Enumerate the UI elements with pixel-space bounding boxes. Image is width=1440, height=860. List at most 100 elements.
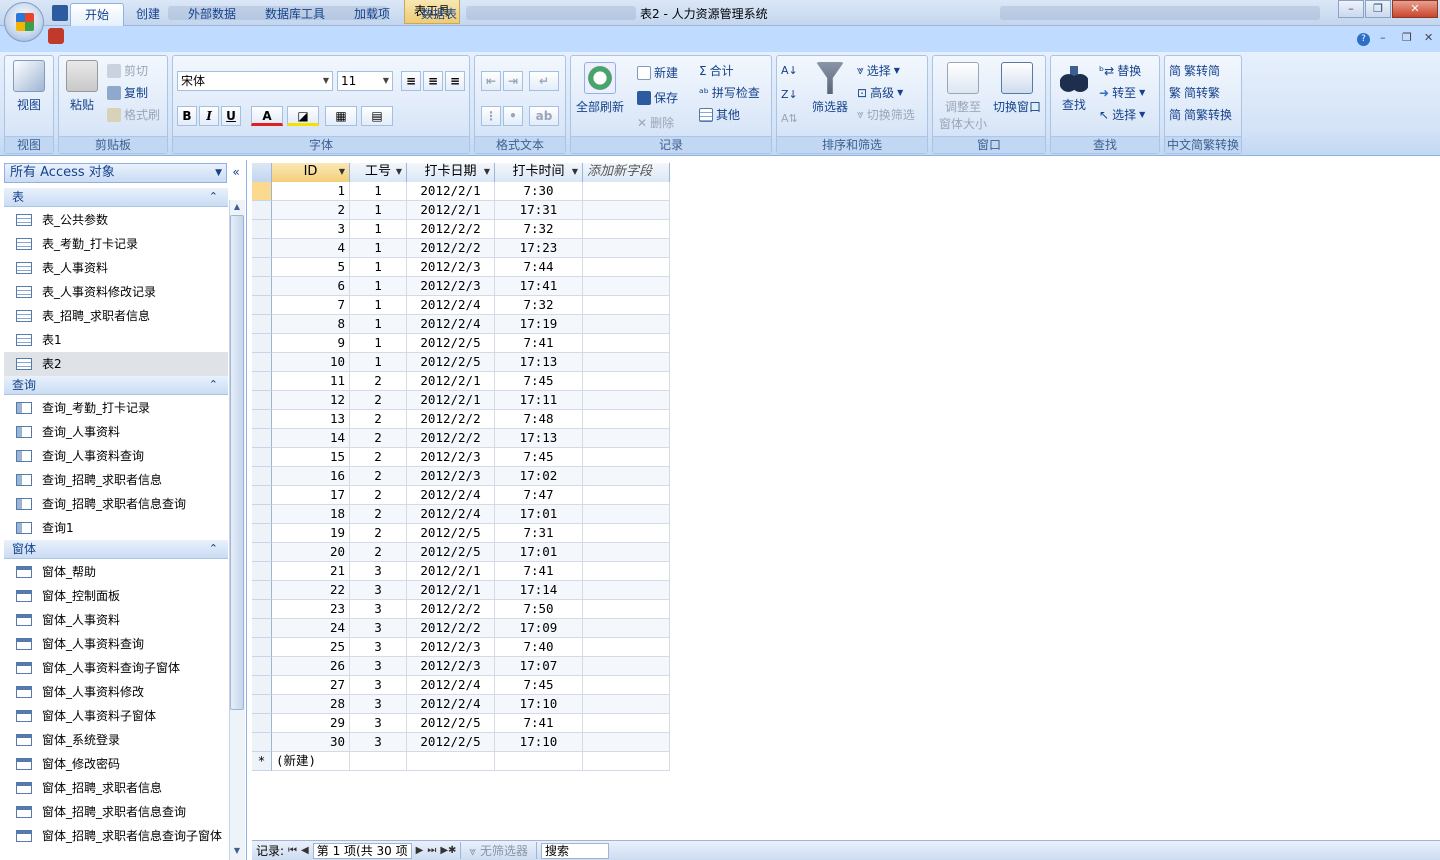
collapse-section-icon[interactable]: ⌃ — [209, 188, 218, 206]
to-simplified-button[interactable]: 简繁转简 — [1169, 62, 1220, 79]
cell-emp-no[interactable]: 1 — [350, 201, 407, 220]
table-row[interactable]: 1 1 2012/2/1 7:30 — [252, 182, 670, 201]
cell-time[interactable]: 7:31 — [495, 524, 583, 543]
table-row[interactable]: 23 3 2012/2/2 7:50 — [252, 600, 670, 619]
table-row[interactable]: 8 1 2012/2/4 17:19 — [252, 315, 670, 334]
row-selector[interactable] — [252, 239, 272, 258]
new-record-row[interactable]: * (新建) — [252, 752, 670, 771]
underline-button[interactable]: U — [221, 106, 241, 126]
close-button[interactable]: ✕ — [1392, 0, 1438, 18]
nav-item[interactable]: 窗体_控制面板 — [4, 584, 228, 608]
office-button[interactable] — [4, 2, 44, 42]
nav-section-header[interactable]: 窗体 ⌃ — [4, 540, 228, 559]
column-header-id[interactable]: ID ▼ — [272, 163, 350, 182]
table-row[interactable]: 19 2 2012/2/5 7:31 — [252, 524, 670, 543]
nav-item[interactable]: 表_公共参数 — [4, 208, 228, 232]
row-selector[interactable] — [252, 467, 272, 486]
table-row[interactable]: 15 2 2012/2/3 7:45 — [252, 448, 670, 467]
fill-color-button[interactable]: ◪ — [287, 106, 319, 126]
row-selector[interactable] — [252, 372, 272, 391]
cell-add-field[interactable] — [583, 600, 670, 619]
cell-id[interactable]: 12 — [272, 391, 350, 410]
select-all-button[interactable] — [252, 163, 272, 182]
italic-button[interactable]: I — [199, 106, 219, 126]
cut-button[interactable]: 剪切 — [107, 62, 148, 79]
cell-id[interactable]: 26 — [272, 657, 350, 676]
decrease-indent-button[interactable]: ⇤ — [481, 71, 501, 91]
cell-id[interactable]: 5 — [272, 258, 350, 277]
nav-scroll-thumb[interactable] — [230, 215, 244, 710]
cell-id[interactable]: 20 — [272, 543, 350, 562]
new-row-cell[interactable] — [583, 752, 670, 771]
nav-item[interactable]: 窗体_招聘_求职者信息 — [4, 776, 228, 800]
cell-date[interactable]: 2012/2/4 — [407, 695, 495, 714]
more-button[interactable]: 其他 — [699, 106, 740, 123]
row-selector[interactable] — [252, 657, 272, 676]
scroll-up-icon[interactable]: ▲ — [230, 200, 244, 214]
cell-emp-no[interactable]: 2 — [350, 543, 407, 562]
convert-button[interactable]: 简简繁转换 — [1169, 106, 1232, 123]
cell-time[interactable]: 7:45 — [495, 676, 583, 695]
nav-item[interactable]: 窗体_招聘_求职者信息查询子窗体 — [4, 824, 228, 848]
cell-emp-no[interactable]: 1 — [350, 277, 407, 296]
row-selector[interactable] — [252, 220, 272, 239]
cell-date[interactable]: 2012/2/1 — [407, 182, 495, 201]
cell-date[interactable]: 2012/2/2 — [407, 429, 495, 448]
row-selector[interactable] — [252, 714, 272, 733]
cell-time[interactable]: 17:09 — [495, 619, 583, 638]
cell-add-field[interactable] — [583, 581, 670, 600]
cell-time[interactable]: 7:30 — [495, 182, 583, 201]
row-selector[interactable] — [252, 619, 272, 638]
font-color-button[interactable]: A — [251, 106, 283, 126]
nav-item[interactable]: 窗体_人事资料查询子窗体 — [4, 656, 228, 680]
cell-add-field[interactable] — [583, 372, 670, 391]
table-row[interactable]: 5 1 2012/2/3 7:44 — [252, 258, 670, 277]
prev-record-icon[interactable]: ◀ — [301, 845, 309, 856]
nav-section-header[interactable]: 表 ⌃ — [4, 188, 228, 207]
cell-time[interactable]: 7:48 — [495, 410, 583, 429]
cell-emp-no[interactable]: 3 — [350, 581, 407, 600]
cell-emp-no[interactable]: 3 — [350, 619, 407, 638]
cell-id[interactable]: 2 — [272, 201, 350, 220]
table-row[interactable]: 24 3 2012/2/2 17:09 — [252, 619, 670, 638]
help-icon[interactable]: ? — [1357, 33, 1370, 46]
cell-time[interactable]: 17:07 — [495, 657, 583, 676]
column-header-emp-no[interactable]: 工号 ▼ — [350, 163, 407, 182]
row-selector[interactable] — [252, 258, 272, 277]
cell-date[interactable]: 2012/2/5 — [407, 733, 495, 752]
cell-id[interactable]: 16 — [272, 467, 350, 486]
next-record-icon[interactable]: ▶ — [416, 845, 424, 856]
cell-time[interactable]: 7:41 — [495, 562, 583, 581]
chevron-down-icon[interactable]: ▼ — [572, 163, 578, 181]
nav-item[interactable]: 表_人事资料修改记录 — [4, 280, 228, 304]
record-position-field[interactable]: 第 1 项(共 30 项 — [312, 842, 412, 859]
maximize-button[interactable]: ❐ — [1365, 0, 1391, 18]
nav-item[interactable]: 查询_招聘_求职者信息 — [4, 468, 228, 492]
cell-date[interactable]: 2012/2/2 — [407, 220, 495, 239]
row-selector[interactable] — [252, 353, 272, 372]
cell-emp-no[interactable]: 1 — [350, 220, 407, 239]
table-row[interactable]: 4 1 2012/2/2 17:23 — [252, 239, 670, 258]
delete-record-button[interactable]: ✕ 删除 — [637, 114, 674, 131]
cell-date[interactable]: 2012/2/5 — [407, 714, 495, 733]
view-button[interactable]: 视图 — [9, 60, 49, 113]
bullets-button[interactable]: • — [503, 106, 523, 126]
font-name-select[interactable]: 宋体 ▼ — [177, 71, 333, 91]
cell-add-field[interactable] — [583, 638, 670, 657]
cell-date[interactable]: 2012/2/2 — [407, 410, 495, 429]
cell-emp-no[interactable]: 2 — [350, 429, 407, 448]
table-row[interactable]: 11 2 2012/2/1 7:45 — [252, 372, 670, 391]
table-row[interactable]: 7 1 2012/2/4 7:32 — [252, 296, 670, 315]
cell-id[interactable]: 29 — [272, 714, 350, 733]
cell-add-field[interactable] — [583, 676, 670, 695]
table-row[interactable]: 13 2 2012/2/2 7:48 — [252, 410, 670, 429]
nav-item[interactable]: 窗体_人事资料修改 — [4, 680, 228, 704]
cell-emp-no[interactable]: 2 — [350, 448, 407, 467]
replace-button[interactable]: ᵇ⇄ 替换 — [1099, 62, 1141, 79]
first-record-icon[interactable]: ⏮ — [288, 845, 297, 856]
paste-button[interactable]: 粘贴 — [63, 60, 101, 113]
cell-add-field[interactable] — [583, 315, 670, 334]
cell-add-field[interactable] — [583, 410, 670, 429]
cell-add-field[interactable] — [583, 429, 670, 448]
cell-id[interactable]: 15 — [272, 448, 350, 467]
